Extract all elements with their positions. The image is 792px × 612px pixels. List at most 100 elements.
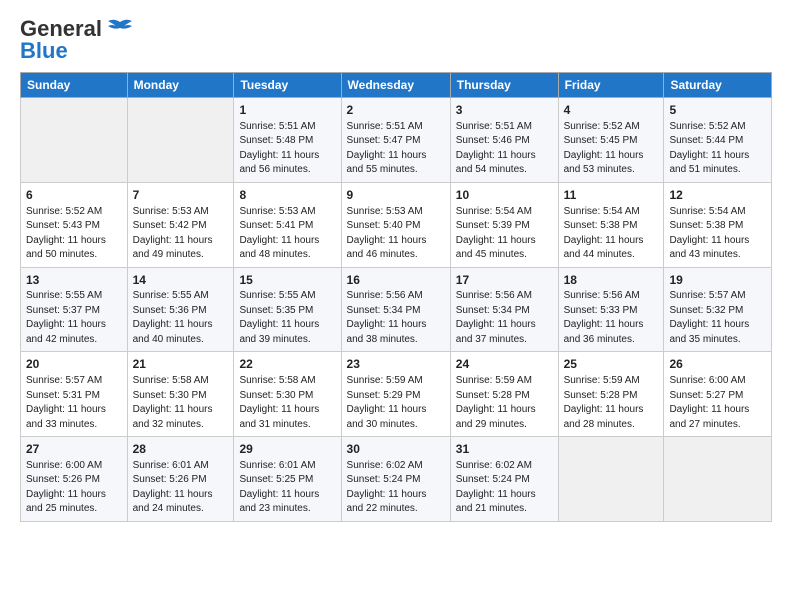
day-cell-content: Sunrise: 5:54 AMSunset: 5:38 PMDaylight:… [564,205,659,263]
day-cell-content: Sunrise: 5:59 AMSunset: 5:28 PMDaylight:… [564,374,659,432]
calendar-day-cell: 21Sunrise: 5:58 AMSunset: 5:30 PMDayligh… [127,352,234,437]
day-cell-content: Sunrise: 5:56 AMSunset: 5:33 PMDaylight:… [564,289,659,347]
weekday-header-row: SundayMondayTuesdayWednesdayThursdayFrid… [21,73,772,98]
calendar-day-cell: 19Sunrise: 5:57 AMSunset: 5:32 PMDayligh… [664,267,772,352]
day-cell-content: Sunrise: 5:58 AMSunset: 5:30 PMDaylight:… [133,374,229,432]
calendar-day-cell: 31Sunrise: 6:02 AMSunset: 5:24 PMDayligh… [450,437,558,522]
day-cell-content: Sunrise: 5:57 AMSunset: 5:32 PMDaylight:… [669,289,766,347]
day-cell-content: Sunrise: 5:51 AMSunset: 5:48 PMDaylight:… [239,120,335,178]
day-cell-content: Sunrise: 5:55 AMSunset: 5:37 PMDaylight:… [26,289,122,347]
day-number: 30 [347,441,445,458]
day-number: 3 [456,102,553,119]
weekday-header-sunday: Sunday [21,73,128,98]
day-cell-content: Sunrise: 5:58 AMSunset: 5:30 PMDaylight:… [239,374,335,432]
day-number: 5 [669,102,766,119]
calendar-day-cell: 11Sunrise: 5:54 AMSunset: 5:38 PMDayligh… [558,182,664,267]
day-number: 2 [347,102,445,119]
calendar-day-cell: 4Sunrise: 5:52 AMSunset: 5:45 PMDaylight… [558,98,664,183]
logo-blue-text: Blue [20,38,68,64]
calendar-day-cell: 26Sunrise: 6:00 AMSunset: 5:27 PMDayligh… [664,352,772,437]
calendar-day-cell: 8Sunrise: 5:53 AMSunset: 5:41 PMDaylight… [234,182,341,267]
calendar-day-cell [558,437,664,522]
weekday-header-tuesday: Tuesday [234,73,341,98]
day-number: 4 [564,102,659,119]
calendar-day-cell: 17Sunrise: 5:56 AMSunset: 5:34 PMDayligh… [450,267,558,352]
day-number: 21 [133,356,229,373]
day-number: 9 [347,187,445,204]
calendar-day-cell: 5Sunrise: 5:52 AMSunset: 5:44 PMDaylight… [664,98,772,183]
day-cell-content: Sunrise: 5:52 AMSunset: 5:44 PMDaylight:… [669,120,766,178]
calendar-day-cell: 18Sunrise: 5:56 AMSunset: 5:33 PMDayligh… [558,267,664,352]
day-number: 29 [239,441,335,458]
weekday-header-monday: Monday [127,73,234,98]
day-cell-content: Sunrise: 5:56 AMSunset: 5:34 PMDaylight:… [347,289,445,347]
day-cell-content: Sunrise: 5:52 AMSunset: 5:43 PMDaylight:… [26,205,122,263]
calendar-day-cell: 9Sunrise: 5:53 AMSunset: 5:40 PMDaylight… [341,182,450,267]
day-number: 31 [456,441,553,458]
day-number: 27 [26,441,122,458]
calendar-header: SundayMondayTuesdayWednesdayThursdayFrid… [21,73,772,98]
calendar-day-cell: 28Sunrise: 6:01 AMSunset: 5:26 PMDayligh… [127,437,234,522]
day-cell-content: Sunrise: 6:01 AMSunset: 5:25 PMDaylight:… [239,459,335,517]
day-cell-content: Sunrise: 5:53 AMSunset: 5:40 PMDaylight:… [347,205,445,263]
calendar-day-cell: 12Sunrise: 5:54 AMSunset: 5:38 PMDayligh… [664,182,772,267]
calendar-day-cell: 25Sunrise: 5:59 AMSunset: 5:28 PMDayligh… [558,352,664,437]
day-number: 20 [26,356,122,373]
calendar-day-cell: 14Sunrise: 5:55 AMSunset: 5:36 PMDayligh… [127,267,234,352]
day-cell-content: Sunrise: 5:54 AMSunset: 5:38 PMDaylight:… [669,205,766,263]
day-number: 8 [239,187,335,204]
day-cell-content: Sunrise: 5:51 AMSunset: 5:47 PMDaylight:… [347,120,445,178]
calendar-week-row: 6Sunrise: 5:52 AMSunset: 5:43 PMDaylight… [21,182,772,267]
calendar-week-row: 27Sunrise: 6:00 AMSunset: 5:26 PMDayligh… [21,437,772,522]
logo: General Blue [20,16,134,64]
day-cell-content: Sunrise: 5:52 AMSunset: 5:45 PMDaylight:… [564,120,659,178]
day-number: 16 [347,272,445,289]
day-cell-content: Sunrise: 6:00 AMSunset: 5:26 PMDaylight:… [26,459,122,517]
day-number: 23 [347,356,445,373]
day-number: 17 [456,272,553,289]
day-number: 18 [564,272,659,289]
calendar-day-cell: 24Sunrise: 5:59 AMSunset: 5:28 PMDayligh… [450,352,558,437]
day-number: 14 [133,272,229,289]
day-cell-content: Sunrise: 6:00 AMSunset: 5:27 PMDaylight:… [669,374,766,432]
calendar-day-cell: 6Sunrise: 5:52 AMSunset: 5:43 PMDaylight… [21,182,128,267]
calendar-day-cell [127,98,234,183]
day-number: 28 [133,441,229,458]
calendar-day-cell [664,437,772,522]
day-cell-content: Sunrise: 5:53 AMSunset: 5:42 PMDaylight:… [133,205,229,263]
calendar-week-row: 13Sunrise: 5:55 AMSunset: 5:37 PMDayligh… [21,267,772,352]
day-number: 10 [456,187,553,204]
day-number: 26 [669,356,766,373]
page: General Blue SundayMondayTuesdayWednesda… [0,0,792,612]
day-number: 7 [133,187,229,204]
logo-bird-icon [106,18,134,40]
calendar-day-cell: 16Sunrise: 5:56 AMSunset: 5:34 PMDayligh… [341,267,450,352]
header: General Blue [20,16,772,64]
calendar-table: SundayMondayTuesdayWednesdayThursdayFrid… [20,72,772,522]
weekday-header-friday: Friday [558,73,664,98]
calendar-day-cell: 15Sunrise: 5:55 AMSunset: 5:35 PMDayligh… [234,267,341,352]
calendar-day-cell: 23Sunrise: 5:59 AMSunset: 5:29 PMDayligh… [341,352,450,437]
day-number: 6 [26,187,122,204]
weekday-header-wednesday: Wednesday [341,73,450,98]
day-number: 24 [456,356,553,373]
day-number: 12 [669,187,766,204]
calendar-day-cell: 1Sunrise: 5:51 AMSunset: 5:48 PMDaylight… [234,98,341,183]
day-number: 11 [564,187,659,204]
calendar-day-cell: 27Sunrise: 6:00 AMSunset: 5:26 PMDayligh… [21,437,128,522]
weekday-header-saturday: Saturday [664,73,772,98]
calendar-day-cell: 20Sunrise: 5:57 AMSunset: 5:31 PMDayligh… [21,352,128,437]
calendar-day-cell: 7Sunrise: 5:53 AMSunset: 5:42 PMDaylight… [127,182,234,267]
day-cell-content: Sunrise: 5:57 AMSunset: 5:31 PMDaylight:… [26,374,122,432]
calendar-day-cell [21,98,128,183]
day-cell-content: Sunrise: 6:02 AMSunset: 5:24 PMDaylight:… [347,459,445,517]
weekday-header-thursday: Thursday [450,73,558,98]
day-cell-content: Sunrise: 5:51 AMSunset: 5:46 PMDaylight:… [456,120,553,178]
calendar-day-cell: 10Sunrise: 5:54 AMSunset: 5:39 PMDayligh… [450,182,558,267]
day-number: 22 [239,356,335,373]
day-number: 13 [26,272,122,289]
day-cell-content: Sunrise: 5:59 AMSunset: 5:29 PMDaylight:… [347,374,445,432]
day-number: 15 [239,272,335,289]
day-number: 19 [669,272,766,289]
calendar-week-row: 20Sunrise: 5:57 AMSunset: 5:31 PMDayligh… [21,352,772,437]
